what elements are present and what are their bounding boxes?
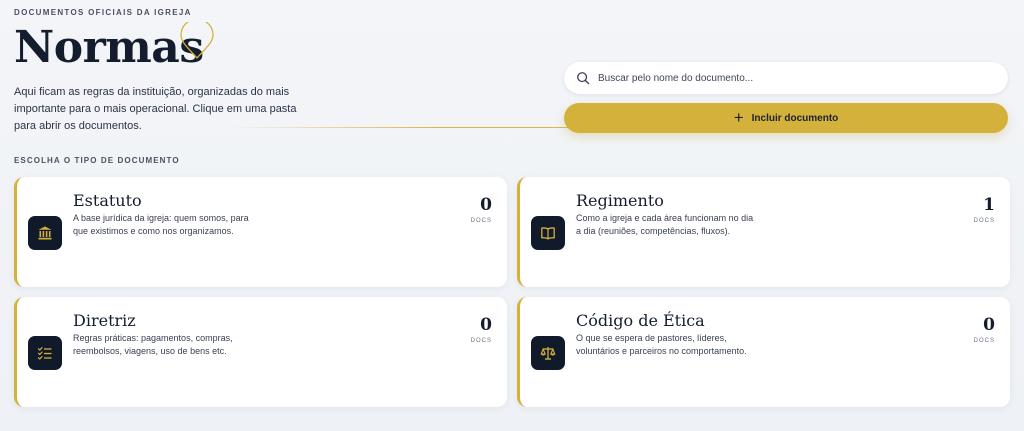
document-count: 0: [983, 315, 995, 335]
document-count: 0: [480, 315, 492, 335]
card-title: Regimento: [576, 191, 664, 210]
category-icon-box: [28, 336, 62, 370]
card-title: Diretriz: [73, 311, 136, 330]
eyebrow-label: DOCUMENTOS OFICIAIS DA IGREJA: [14, 8, 192, 17]
category-icon-box: [531, 336, 565, 370]
document-count-unit: DOCS: [470, 218, 492, 224]
document-count: 0: [480, 195, 492, 215]
category-card-regimento[interactable]: Regimento Como a igreja e cada área func…: [517, 177, 1010, 287]
category-card-codigo-de-etica[interactable]: Código de Ética O que se espera de pasto…: [517, 297, 1010, 407]
category-card-estatuto[interactable]: Estatuto A base jurídica da igreja: quem…: [14, 177, 507, 287]
institution-icon: [38, 226, 52, 240]
document-count: 1: [983, 195, 995, 215]
card-title: Estatuto: [73, 191, 142, 210]
card-description: Como a igreja e cada área funcionam no d…: [576, 213, 754, 236]
card-description: A base jurídica da igreja: quem somos, p…: [73, 213, 249, 236]
plus-icon: +: [733, 108, 744, 127]
page-title: Normas: [14, 22, 204, 73]
document-count-unit: DOCS: [973, 218, 995, 224]
card-title: Código de Ética: [576, 311, 705, 330]
search-bar[interactable]: [564, 62, 1008, 94]
search-icon: [577, 72, 590, 85]
scales-icon: [540, 347, 556, 360]
add-document-label: Incluir documento: [751, 112, 839, 124]
document-count-unit: DOCS: [470, 338, 492, 344]
search-input[interactable]: [598, 72, 978, 84]
decorative-divider: [230, 127, 570, 128]
section-label: ESCOLHA O TIPO DE DOCUMENTO: [14, 156, 180, 165]
book-icon: [541, 227, 555, 240]
category-icon-box: [531, 216, 565, 250]
document-count-unit: DOCS: [973, 338, 995, 344]
checklist-icon: [37, 347, 52, 360]
add-document-button[interactable]: + Incluir documento: [564, 103, 1008, 133]
category-card-diretriz[interactable]: Diretriz Regras práticas: pagamentos, co…: [14, 297, 507, 407]
card-description: Regras práticas: pagamentos, compras, re…: [73, 333, 233, 356]
card-description: O que se espera de pastores, líderes, vo…: [576, 333, 747, 356]
category-icon-box: [28, 216, 62, 250]
location-pin-icon: [180, 22, 214, 59]
